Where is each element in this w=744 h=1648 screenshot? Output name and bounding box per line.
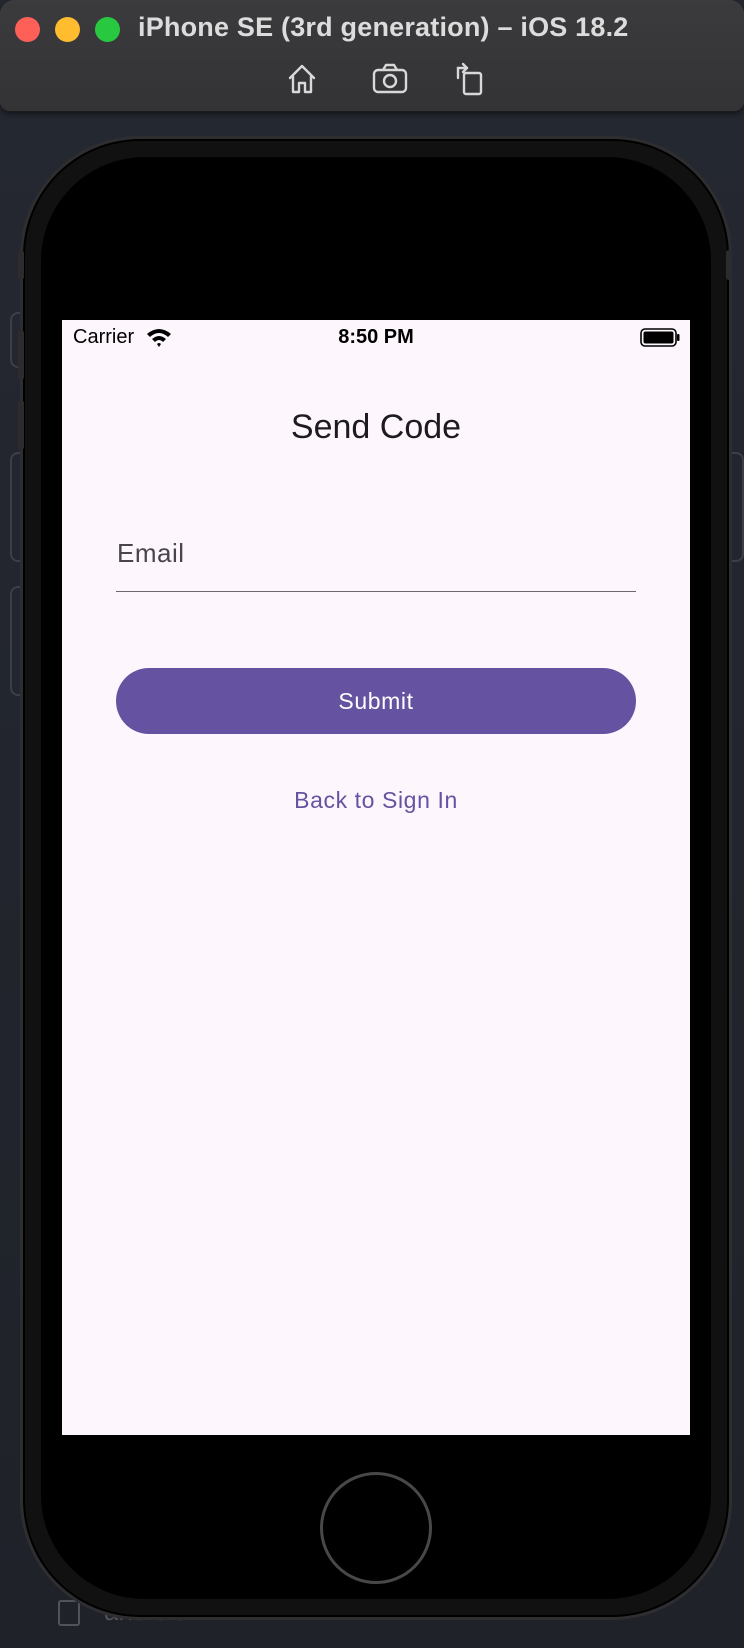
page-title: Send Code bbox=[290, 408, 462, 446]
email-input[interactable] bbox=[116, 516, 636, 591]
device-power-button[interactable] bbox=[726, 250, 732, 280]
status-bar: Carrier 8:50 PM bbox=[62, 320, 690, 356]
screenshot-toolbar-button[interactable] bbox=[370, 60, 410, 98]
device-volume-down[interactable] bbox=[18, 400, 24, 450]
zoom-window-button[interactable] bbox=[95, 17, 120, 42]
simulator-titlebar: iPhone SE (3rd generation) – iOS 18.2 bbox=[0, 0, 744, 112]
battery-icon bbox=[640, 328, 680, 347]
app-screen: Carrier 8:50 PM Send Code Submit Back to… bbox=[62, 320, 690, 1435]
back-to-sign-in-link[interactable]: Back to Sign In bbox=[62, 787, 690, 814]
submit-button[interactable]: Submit bbox=[116, 668, 636, 734]
rotate-icon bbox=[456, 62, 483, 96]
rotate-toolbar-button[interactable] bbox=[450, 60, 490, 98]
device-mute-switch[interactable] bbox=[18, 250, 24, 280]
minimize-window-button[interactable] bbox=[55, 17, 80, 42]
status-time: 8:50 PM bbox=[338, 326, 414, 348]
file-icon bbox=[58, 1600, 80, 1626]
window-title: iPhone SE (3rd generation) – iOS 18.2 bbox=[138, 12, 629, 42]
close-window-button[interactable] bbox=[15, 17, 40, 42]
camera-icon bbox=[372, 63, 408, 94]
device-volume-up[interactable] bbox=[18, 330, 24, 380]
email-field[interactable] bbox=[116, 516, 636, 592]
device-home-button[interactable] bbox=[320, 1472, 432, 1584]
home-toolbar-button[interactable] bbox=[282, 60, 322, 98]
home-icon bbox=[288, 64, 316, 94]
